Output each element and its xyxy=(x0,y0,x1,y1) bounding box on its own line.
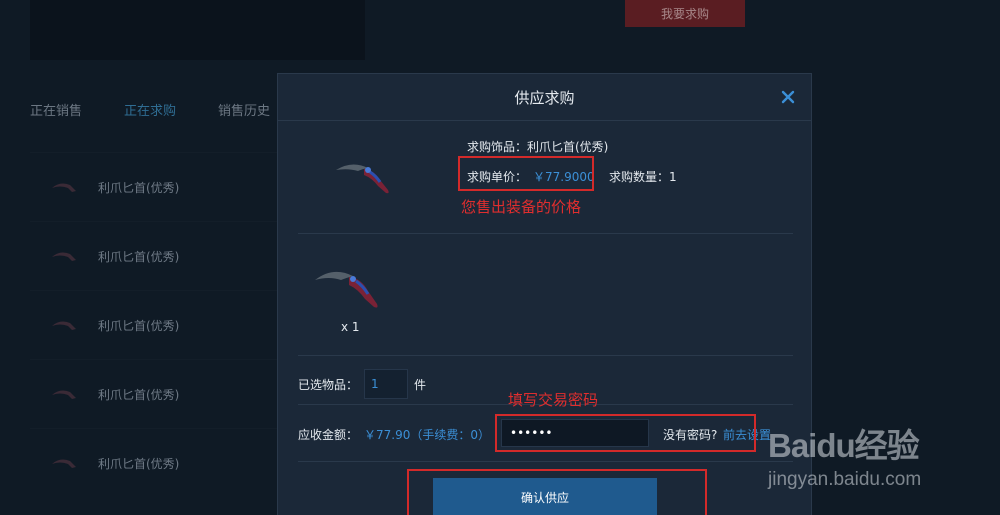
watermark-url: jingyan.baidu.com xyxy=(768,469,922,490)
tab-sales-history[interactable]: 销售历史 xyxy=(218,100,270,119)
karambit-knife-image xyxy=(336,164,389,194)
tab-on-sale[interactable]: 正在销售 xyxy=(30,100,82,119)
knife-thumbnail-icon xyxy=(52,390,76,399)
tab-buying[interactable]: 正在求购 xyxy=(124,100,176,119)
watermark-logo: Baidu经验 xyxy=(768,427,920,464)
close-icon[interactable] xyxy=(781,90,795,104)
baidu-jingyan-watermark: Baidu经验 jingyan.baidu.com xyxy=(768,405,958,500)
supply-dialog: 供应求购 求购饰品：利爪匕首(优秀) 求购单价： ￥77.9000 求购数量：1… xyxy=(277,73,812,515)
wanted-quantity: 求购数量：1 xyxy=(609,170,677,184)
list-item[interactable]: 利爪匕首(优秀) xyxy=(30,359,280,428)
knife-thumbnail-icon xyxy=(52,321,76,330)
selected-karambit-image[interactable] xyxy=(313,266,383,311)
annotation-price-text: 您售出装备的价格 xyxy=(461,198,582,216)
dialog-title: 供应求购 xyxy=(514,88,575,107)
list-item[interactable]: 利爪匕首(优秀) xyxy=(30,428,280,497)
selected-count-input[interactable] xyxy=(364,369,409,399)
wanted-item-name: 求购饰品：利爪匕首(优秀) xyxy=(467,140,609,154)
list-item-name: 利爪匕首(优秀) xyxy=(98,387,180,402)
want-to-buy-button[interactable]: 我要求购 xyxy=(625,0,745,27)
confirm-supply-button[interactable]: 确认供应 xyxy=(433,478,657,515)
background-header-panel xyxy=(30,0,365,60)
background-item-list: 利爪匕首(优秀) 利爪匕首(优秀) 利爪匕首(优秀) 利爪匕首(优秀) 利爪匕首… xyxy=(30,152,280,497)
receivable-amount-label: 应收金额： xyxy=(298,428,359,442)
knife-thumbnail-icon xyxy=(52,183,76,192)
count-unit: 件 xyxy=(414,377,427,392)
list-item[interactable]: 利爪匕首(优秀) xyxy=(30,290,280,359)
knife-thumbnail-icon xyxy=(52,252,76,261)
background-tabs: 正在销售 正在求购 销售历史 xyxy=(30,100,270,119)
knife-thumbnail-icon xyxy=(52,459,76,468)
dialog-header: 供应求购 xyxy=(278,74,811,121)
list-item-name: 利爪匕首(优秀) xyxy=(98,456,180,471)
list-item-name: 利爪匕首(优秀) xyxy=(98,318,180,333)
receivable-amount-value: ￥77.90（手续费：0） xyxy=(364,428,490,442)
selected-qty: x 1 xyxy=(341,320,360,334)
selected-count-label: 已选物品： xyxy=(298,377,359,392)
annotation-price-box xyxy=(458,156,594,191)
list-item[interactable]: 利爪匕首(优秀) xyxy=(30,152,280,221)
selected-items-section: x 1 xyxy=(298,236,793,356)
list-item[interactable]: 利爪匕首(优秀) xyxy=(30,221,280,290)
list-item-name: 利爪匕首(优秀) xyxy=(98,180,180,195)
annotation-password-text: 填写交易密码 xyxy=(508,391,599,409)
list-item-name: 利爪匕首(优秀) xyxy=(98,249,180,264)
annotation-password-box xyxy=(495,414,756,452)
